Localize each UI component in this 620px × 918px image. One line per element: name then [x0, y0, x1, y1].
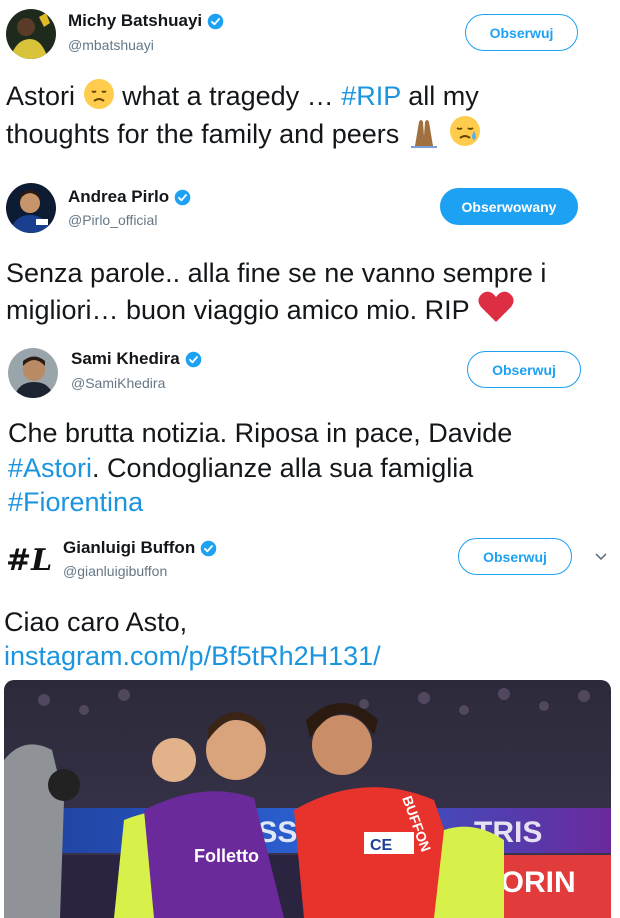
author-name[interactable]: Michy Batshuayi: [68, 11, 202, 31]
verified-badge-icon: [185, 351, 201, 367]
author-handle[interactable]: @gianluigibuffon: [63, 563, 167, 579]
tweet-batshuayi: Michy Batshuayi @mbatshuayi Obserwuj Ast…: [0, 0, 620, 170]
tweet-text-line2: #Astori. Condoglianze alla sua famiglia: [8, 453, 474, 483]
follow-button[interactable]: Obserwuj: [458, 538, 572, 575]
instagram-link[interactable]: instagram.com/p/Bf5tRh2H131/: [4, 638, 381, 674]
avatar-batshuayi[interactable]: [6, 9, 56, 59]
author-name[interactable]: Sami Khedira: [71, 349, 180, 369]
disappointed-face-icon: [83, 79, 114, 109]
following-button[interactable]: Obserwowany: [440, 188, 578, 225]
hashtag-astori[interactable]: #Astori: [8, 453, 92, 483]
avatar-buffon[interactable]: #L: [4, 538, 54, 578]
author-name[interactable]: Andrea Pirlo: [68, 187, 169, 207]
tweet-text-line2: migliori… buon viaggio amico mio. RIP: [6, 290, 515, 328]
hashtag-rip[interactable]: #RIP: [341, 81, 401, 111]
follow-button[interactable]: Obserwuj: [467, 351, 581, 388]
chevron-down-icon[interactable]: [594, 552, 608, 562]
jersey-sponsor-text: Folletto: [194, 846, 259, 866]
captain-band-text: CE: [370, 837, 393, 854]
tweet-text-line2: thoughts for the family and peers: [6, 114, 482, 152]
avatar-monogram: #L: [6, 543, 52, 578]
sad-relieved-face-icon: [450, 116, 481, 146]
verified-badge-icon: [207, 13, 224, 29]
author-handle[interactable]: @Pirlo_official: [68, 212, 157, 228]
verified-badge-icon: [200, 540, 217, 556]
tweet-pirlo: Andrea Pirlo @Pirlo_official Obserwowany…: [0, 170, 620, 340]
avatar-khedira[interactable]: [8, 348, 58, 398]
tweet-text: Che brutta notizia. Riposa in pace, Davi…: [8, 418, 513, 448]
folded-hands-icon: [410, 120, 437, 148]
hashtag-fiorentina[interactable]: #Fiorentina: [8, 487, 143, 517]
tweet-photo[interactable]: BASSO TRIS FIORIN Folletto CE BUFFON: [4, 680, 611, 918]
tweet-text: Astori what a tragedy … #RIP all my: [6, 78, 479, 114]
author-handle[interactable]: @mbatshuayi: [68, 37, 154, 53]
follow-button[interactable]: Obserwuj: [465, 14, 578, 51]
red-heart-icon: [478, 291, 514, 322]
avatar-pirlo[interactable]: [6, 183, 56, 233]
tweet-text-line3: #Fiorentina: [8, 484, 143, 520]
tweet-khedira: Sami Khedira @SamiKhedira Obserwuj Che b…: [0, 340, 620, 520]
verified-badge-icon: [174, 189, 191, 205]
author-name[interactable]: Gianluigi Buffon: [63, 538, 195, 558]
tweet-text: Senza parole.. alla fine se ne vanno sem…: [6, 258, 547, 288]
tweet-text: Ciao caro Asto,: [4, 607, 188, 637]
author-handle[interactable]: @SamiKhedira: [71, 375, 165, 391]
